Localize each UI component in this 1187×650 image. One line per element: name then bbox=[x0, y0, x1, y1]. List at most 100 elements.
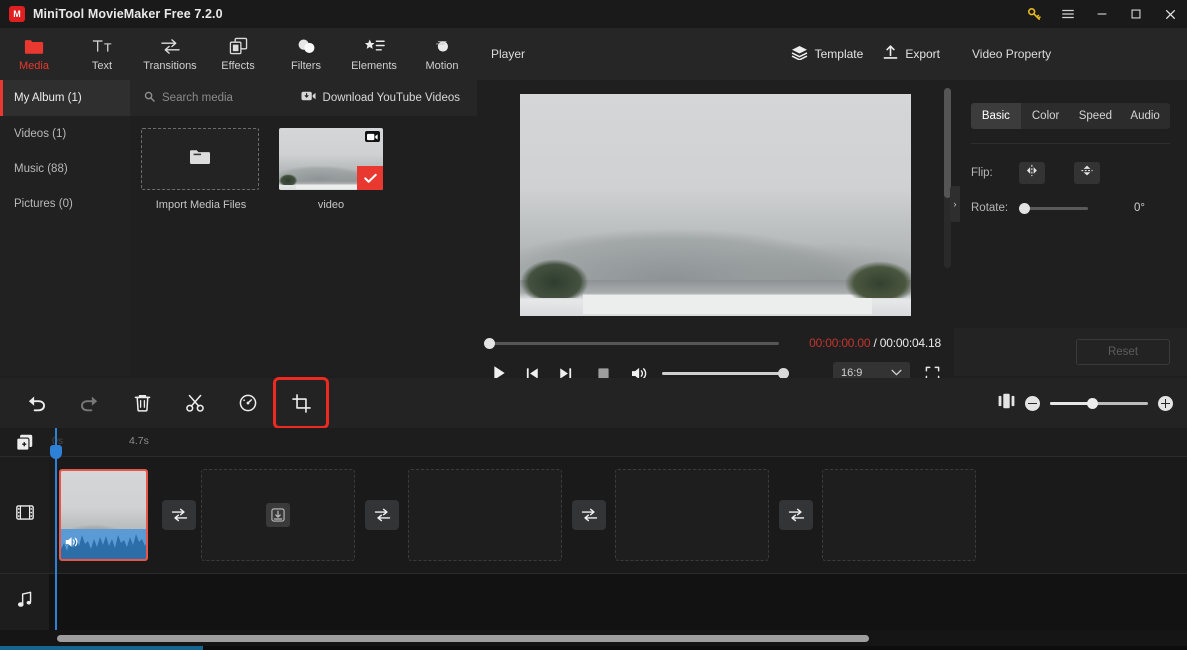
clip-mute-icon[interactable] bbox=[65, 535, 79, 553]
speed-button[interactable] bbox=[223, 385, 273, 421]
seek-handle[interactable] bbox=[484, 337, 495, 349]
volume-slider[interactable] bbox=[662, 367, 789, 379]
tab-label: Motion bbox=[425, 60, 459, 72]
menu-icon[interactable] bbox=[1051, 0, 1085, 28]
motion-icon bbox=[432, 36, 452, 56]
timeline-drop-zone[interactable] bbox=[408, 469, 562, 561]
zoom-slider[interactable] bbox=[1050, 397, 1148, 409]
timeline-drop-zone[interactable] bbox=[822, 469, 976, 561]
zoom-handle[interactable] bbox=[1087, 397, 1098, 409]
tab-label: Text bbox=[91, 60, 113, 72]
video-preview[interactable] bbox=[520, 94, 911, 316]
template-button[interactable]: Template bbox=[791, 45, 864, 63]
category-pictures[interactable]: Pictures (0) bbox=[0, 186, 130, 221]
media-categories: Videos (1) Music (88) Pictures (0) bbox=[0, 116, 130, 376]
transition-slot[interactable] bbox=[779, 500, 813, 530]
tab-filters[interactable]: Filters bbox=[272, 28, 340, 80]
close-icon[interactable] bbox=[1153, 0, 1187, 28]
undo-button[interactable] bbox=[11, 385, 61, 421]
edit-toolbar bbox=[0, 377, 1187, 429]
search-placeholder: Search media bbox=[162, 92, 233, 104]
import-media-dropzone[interactable] bbox=[141, 128, 259, 190]
tab-transitions[interactable]: Transitions bbox=[136, 28, 204, 80]
chevron-right-icon: › bbox=[953, 199, 957, 209]
tab-speed[interactable]: Speed bbox=[1071, 103, 1121, 129]
download-youtube-button[interactable]: Download YouTube Videos bbox=[300, 89, 460, 107]
rotate-row: Rotate: 0° bbox=[971, 202, 1170, 214]
flip-vertical-button[interactable] bbox=[1074, 162, 1100, 184]
fit-to-timeline-icon[interactable] bbox=[998, 393, 1015, 414]
volume-handle[interactable] bbox=[778, 367, 789, 379]
media-item-video[interactable]: video bbox=[271, 128, 391, 211]
reset-button[interactable]: Reset bbox=[1076, 339, 1170, 365]
tab-label: Elements bbox=[351, 60, 397, 72]
timeline-drop-zone[interactable] bbox=[615, 469, 769, 561]
tab-basic[interactable]: Basic bbox=[971, 103, 1021, 129]
redo-button[interactable] bbox=[64, 385, 114, 421]
flip-row: Flip: bbox=[971, 162, 1170, 184]
tab-label: Filters bbox=[291, 60, 321, 72]
export-upload-icon bbox=[883, 44, 898, 64]
tab-text[interactable]: Text bbox=[68, 28, 136, 80]
import-media-tile[interactable]: Import Media Files bbox=[141, 128, 261, 211]
rotate-handle[interactable] bbox=[1019, 202, 1030, 214]
title-bar: M MiniTool MovieMaker Free 7.2.0 bbox=[0, 0, 1187, 28]
panel-collapse-handle[interactable]: › bbox=[950, 186, 960, 222]
timeline: 0s 4.7s bbox=[0, 428, 1187, 650]
zoom-in-icon[interactable] bbox=[1158, 395, 1173, 411]
minimize-icon[interactable] bbox=[1085, 0, 1119, 28]
player-scrollbar[interactable] bbox=[944, 88, 951, 268]
tab-audio[interactable]: Audio bbox=[1120, 103, 1170, 129]
tab-elements[interactable]: Elements bbox=[340, 28, 408, 80]
seek-slider[interactable] bbox=[484, 337, 779, 349]
window-title: MiniTool MovieMaker Free 7.2.0 bbox=[33, 7, 223, 21]
app-logo-icon: M bbox=[9, 6, 25, 22]
audio-track-header[interactable] bbox=[0, 573, 49, 630]
transition-slot[interactable] bbox=[572, 500, 606, 530]
timecode-separator: / bbox=[873, 336, 877, 350]
transitions-icon bbox=[160, 36, 181, 56]
add-media-button[interactable] bbox=[0, 428, 49, 456]
transition-slot[interactable] bbox=[365, 500, 399, 530]
timeline-ruler[interactable]: 0s 4.7s bbox=[49, 428, 1187, 456]
audio-track-icon bbox=[17, 591, 33, 613]
playhead-handle[interactable] bbox=[50, 445, 62, 459]
tab-color[interactable]: Color bbox=[1021, 103, 1071, 129]
video-track-header[interactable] bbox=[0, 456, 49, 573]
template-label: Template bbox=[814, 47, 864, 61]
timeline-drop-zone[interactable] bbox=[201, 469, 355, 561]
split-button[interactable] bbox=[170, 385, 220, 421]
album-tab[interactable]: My Album (1) bbox=[0, 80, 130, 116]
preview-scene bbox=[520, 94, 911, 316]
key-icon[interactable] bbox=[1017, 0, 1051, 28]
chevron-down-icon bbox=[891, 368, 902, 378]
export-button[interactable]: Export bbox=[883, 44, 940, 64]
video-track[interactable] bbox=[49, 457, 1187, 573]
category-music[interactable]: Music (88) bbox=[0, 151, 130, 186]
transition-slot[interactable] bbox=[162, 500, 196, 530]
app-logo-letter: M bbox=[13, 8, 21, 19]
flip-vertical-icon bbox=[1080, 163, 1094, 183]
elements-icon bbox=[364, 36, 385, 56]
zoom-out-icon[interactable] bbox=[1025, 395, 1040, 411]
tab-motion[interactable]: Motion bbox=[408, 28, 476, 80]
category-videos[interactable]: Videos (1) bbox=[0, 116, 130, 151]
rotate-slider[interactable] bbox=[1019, 202, 1088, 214]
delete-button[interactable] bbox=[117, 385, 167, 421]
tab-effects[interactable]: Effects bbox=[204, 28, 272, 80]
media-panel: My Album (1) Search media Download YouTu… bbox=[0, 80, 477, 376]
maximize-icon[interactable] bbox=[1119, 0, 1153, 28]
flip-horizontal-icon bbox=[1025, 164, 1040, 182]
folder-icon bbox=[24, 36, 44, 56]
timeline-horizontal-scrollbar[interactable] bbox=[57, 635, 869, 642]
tab-media[interactable]: Media bbox=[0, 28, 68, 80]
media-thumbnail[interactable] bbox=[279, 128, 383, 190]
video-preview-area[interactable] bbox=[477, 80, 954, 330]
timeline-clip[interactable] bbox=[59, 469, 148, 561]
search-input[interactable]: Search media bbox=[144, 89, 233, 107]
playhead[interactable] bbox=[50, 428, 62, 630]
category-label: Videos (1) bbox=[14, 127, 67, 140]
flip-horizontal-button[interactable] bbox=[1019, 162, 1045, 184]
crop-button[interactable] bbox=[273, 377, 329, 429]
audio-track[interactable] bbox=[49, 574, 1187, 630]
